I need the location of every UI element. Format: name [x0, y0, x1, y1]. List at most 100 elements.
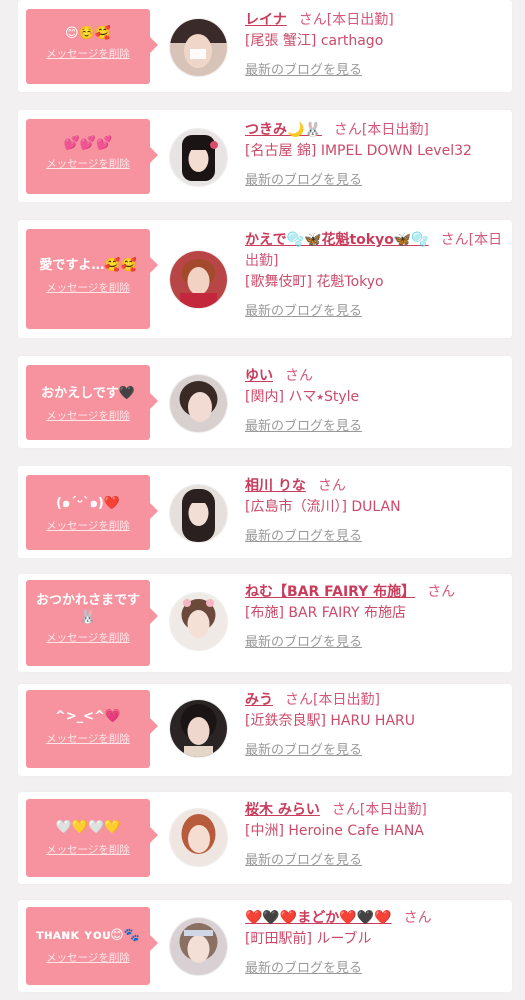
avatar[interactable]	[169, 699, 228, 758]
cast-name-link[interactable]: みう	[245, 692, 273, 708]
cast-info: つきみ🌙🐰 さん[本日出勤] [名古屋 錦] IMPEL DOWN Level32…	[245, 120, 507, 188]
avatar[interactable]	[169, 250, 228, 309]
work-today-badge: [本日出勤]	[361, 122, 429, 138]
message-card: 愛ですよ…🥰🥰 メッセージを削除 かえで🫧🦋花魁tokyo🦋🫧 さん[本日出勤] …	[18, 220, 512, 338]
shop-line: [布施] BAR FAIRY 布施店	[245, 603, 507, 624]
message-text: (๑´ᵕ`๑)❤️	[56, 496, 120, 511]
message-bubble: 😊☺️🥰 メッセージを削除	[26, 9, 158, 84]
area-label: [名古屋 錦]	[245, 143, 317, 159]
message-list: 😊☺️🥰 メッセージを削除 レイナ さん[本日出勤] [尾張 蟹江] cartha…	[0, 0, 525, 1000]
latest-blog-link[interactable]: 最新のブログを見る	[245, 300, 362, 319]
area-label: [歌舞伎町]	[245, 274, 312, 290]
san-label: さん	[285, 692, 313, 708]
cast-name-link[interactable]: 相川 りな	[245, 478, 306, 494]
cast-info: レイナ さん[本日出勤] [尾張 蟹江] carthago 最新のブログを見る	[245, 10, 507, 78]
shop-line: [町田駅前] ルーブル	[245, 929, 507, 950]
cast-name-link[interactable]: かえで🫧🦋花魁tokyo🦋🫧	[245, 232, 429, 248]
san-label: さん	[298, 12, 327, 28]
message-bubble: ^>_<^💗 メッセージを削除	[26, 690, 158, 768]
avatar[interactable]	[169, 128, 228, 187]
delete-message-link[interactable]: メッセージを削除	[46, 280, 130, 295]
message-text: おかえしです🖤	[41, 386, 135, 401]
delete-message-link[interactable]: メッセージを削除	[46, 156, 130, 171]
avatar[interactable]	[169, 18, 228, 77]
message-text: おつかれさまです🐰	[35, 593, 140, 625]
shop-name: carthago	[320, 33, 384, 49]
area-label: [布施]	[245, 605, 284, 621]
latest-blog-link[interactable]: 最新のブログを見る	[245, 525, 362, 544]
san-label: さん	[331, 802, 360, 818]
message-text: 🤍💛🤍💛	[55, 820, 121, 835]
name-line: ゆい さん	[245, 366, 507, 387]
message-text: 愛ですよ…🥰🥰	[39, 258, 137, 273]
message-bubble: 🤍💛🤍💛 メッセージを削除	[26, 799, 158, 877]
name-line: かえで🫧🦋花魁tokyo🦋🫧 さん[本日出勤]	[245, 230, 507, 272]
area-label: [広島市（流川）]	[245, 499, 347, 515]
message-text: 😊☺️🥰	[65, 26, 111, 41]
shop-name: 花魁Tokyo	[316, 274, 384, 290]
shop-line: [中洲] Heroine Cafe HANA	[245, 821, 507, 842]
latest-blog-link[interactable]: 最新のブログを見る	[245, 631, 362, 650]
cast-name-link[interactable]: ❤️🖤❤️まどか❤️🖤❤️	[245, 910, 392, 926]
area-label: [中洲]	[245, 823, 284, 839]
latest-blog-link[interactable]: 最新のブログを見る	[245, 957, 362, 976]
avatar[interactable]	[169, 808, 228, 867]
cast-info: 相川 りな さん [広島市（流川）] DULAN 最新のブログを見る	[245, 476, 507, 544]
avatar[interactable]	[169, 374, 228, 433]
message-text: ᴛʜᴀɴᴋ ʏᴏᴜ😊🐾	[36, 928, 140, 943]
san-label: さん	[333, 122, 362, 138]
work-today-badge: [本日出勤]	[326, 12, 394, 28]
shop-line: [広島市（流川）] DULAN	[245, 497, 507, 518]
latest-blog-link[interactable]: 最新のブログを見る	[245, 739, 362, 758]
message-card: ^>_<^💗 メッセージを削除 みう さん[本日出勤] [近鉄奈良駅] HARU …	[18, 684, 512, 776]
shop-line: [尾張 蟹江] carthago	[245, 31, 507, 52]
san-label: さん	[403, 910, 432, 926]
latest-blog-link[interactable]: 最新のブログを見る	[245, 169, 362, 188]
avatar[interactable]	[169, 484, 228, 543]
latest-blog-link[interactable]: 最新のブログを見る	[245, 415, 362, 434]
cast-name-link[interactable]: ねむ【BAR FAIRY 布施】	[245, 584, 415, 600]
delete-message-link[interactable]: メッセージを削除	[46, 950, 130, 965]
shop-name: HARU HARU	[330, 713, 415, 729]
message-bubble: 💕💕💕 メッセージを削除	[26, 119, 158, 194]
area-label: [近鉄奈良駅]	[245, 713, 326, 729]
work-today-badge: [本日出勤]	[313, 692, 380, 708]
latest-blog-link[interactable]: 最新のブログを見る	[245, 59, 362, 78]
avatar[interactable]	[169, 592, 228, 651]
san-label: さん	[285, 368, 313, 384]
area-label: [町田駅前]	[245, 931, 312, 947]
cast-name-link[interactable]: レイナ	[245, 12, 287, 28]
shop-name: Heroine Cafe HANA	[288, 823, 424, 839]
avatar[interactable]	[169, 917, 228, 976]
cast-name-link[interactable]: つきみ🌙🐰	[245, 122, 322, 138]
message-bubble: 愛ですよ…🥰🥰 メッセージを削除	[26, 229, 158, 329]
delete-message-link[interactable]: メッセージを削除	[46, 408, 130, 423]
san-label: さん	[427, 584, 456, 600]
message-card: (๑´ᵕ`๑)❤️ メッセージを削除 相川 りな さん [広島市（流川）] DUL…	[18, 466, 512, 558]
shop-name: ハマ⭑Style	[288, 389, 360, 405]
name-line: 相川 りな さん	[245, 476, 507, 497]
latest-blog-link[interactable]: 最新のブログを見る	[245, 849, 362, 868]
name-line: つきみ🌙🐰 さん[本日出勤]	[245, 120, 507, 141]
cast-name-link[interactable]: ゆい	[245, 368, 273, 384]
message-card: おかえしです🖤 メッセージを削除 ゆい さん [関内] ハマ⭑Style 最新のブ…	[18, 356, 512, 448]
san-label: さん	[440, 232, 469, 248]
delete-message-link[interactable]: メッセージを削除	[46, 630, 130, 645]
delete-message-link[interactable]: メッセージを削除	[46, 46, 130, 61]
cast-info: ゆい さん [関内] ハマ⭑Style 最新のブログを見る	[245, 366, 507, 434]
message-bubble: おつかれさまです🐰 メッセージを削除	[26, 580, 158, 666]
message-bubble: (๑´ᵕ`๑)❤️ メッセージを削除	[26, 475, 158, 550]
shop-line: [歌舞伎町] 花魁Tokyo	[245, 272, 507, 293]
name-line: みう さん[本日出勤]	[245, 690, 507, 711]
san-label: さん	[317, 478, 346, 494]
shop-name: IMPEL DOWN Level32	[320, 143, 472, 159]
cast-info: かえで🫧🦋花魁tokyo🦋🫧 さん[本日出勤] [歌舞伎町] 花魁Tokyo 最新…	[245, 230, 507, 319]
message-text: ^>_<^💗	[54, 709, 122, 724]
cast-name-link[interactable]: 桜木 みらい	[245, 802, 320, 818]
delete-message-link[interactable]: メッセージを削除	[46, 842, 130, 857]
message-card: 💕💕💕 メッセージを削除 つきみ🌙🐰 さん[本日出勤] [名古屋 錦] IMPEL…	[18, 110, 512, 202]
area-label: [関内]	[245, 389, 284, 405]
delete-message-link[interactable]: メッセージを削除	[46, 731, 130, 746]
message-bubble: ᴛʜᴀɴᴋ ʏᴏᴜ😊🐾 メッセージを削除	[26, 907, 158, 985]
delete-message-link[interactable]: メッセージを削除	[46, 518, 130, 533]
